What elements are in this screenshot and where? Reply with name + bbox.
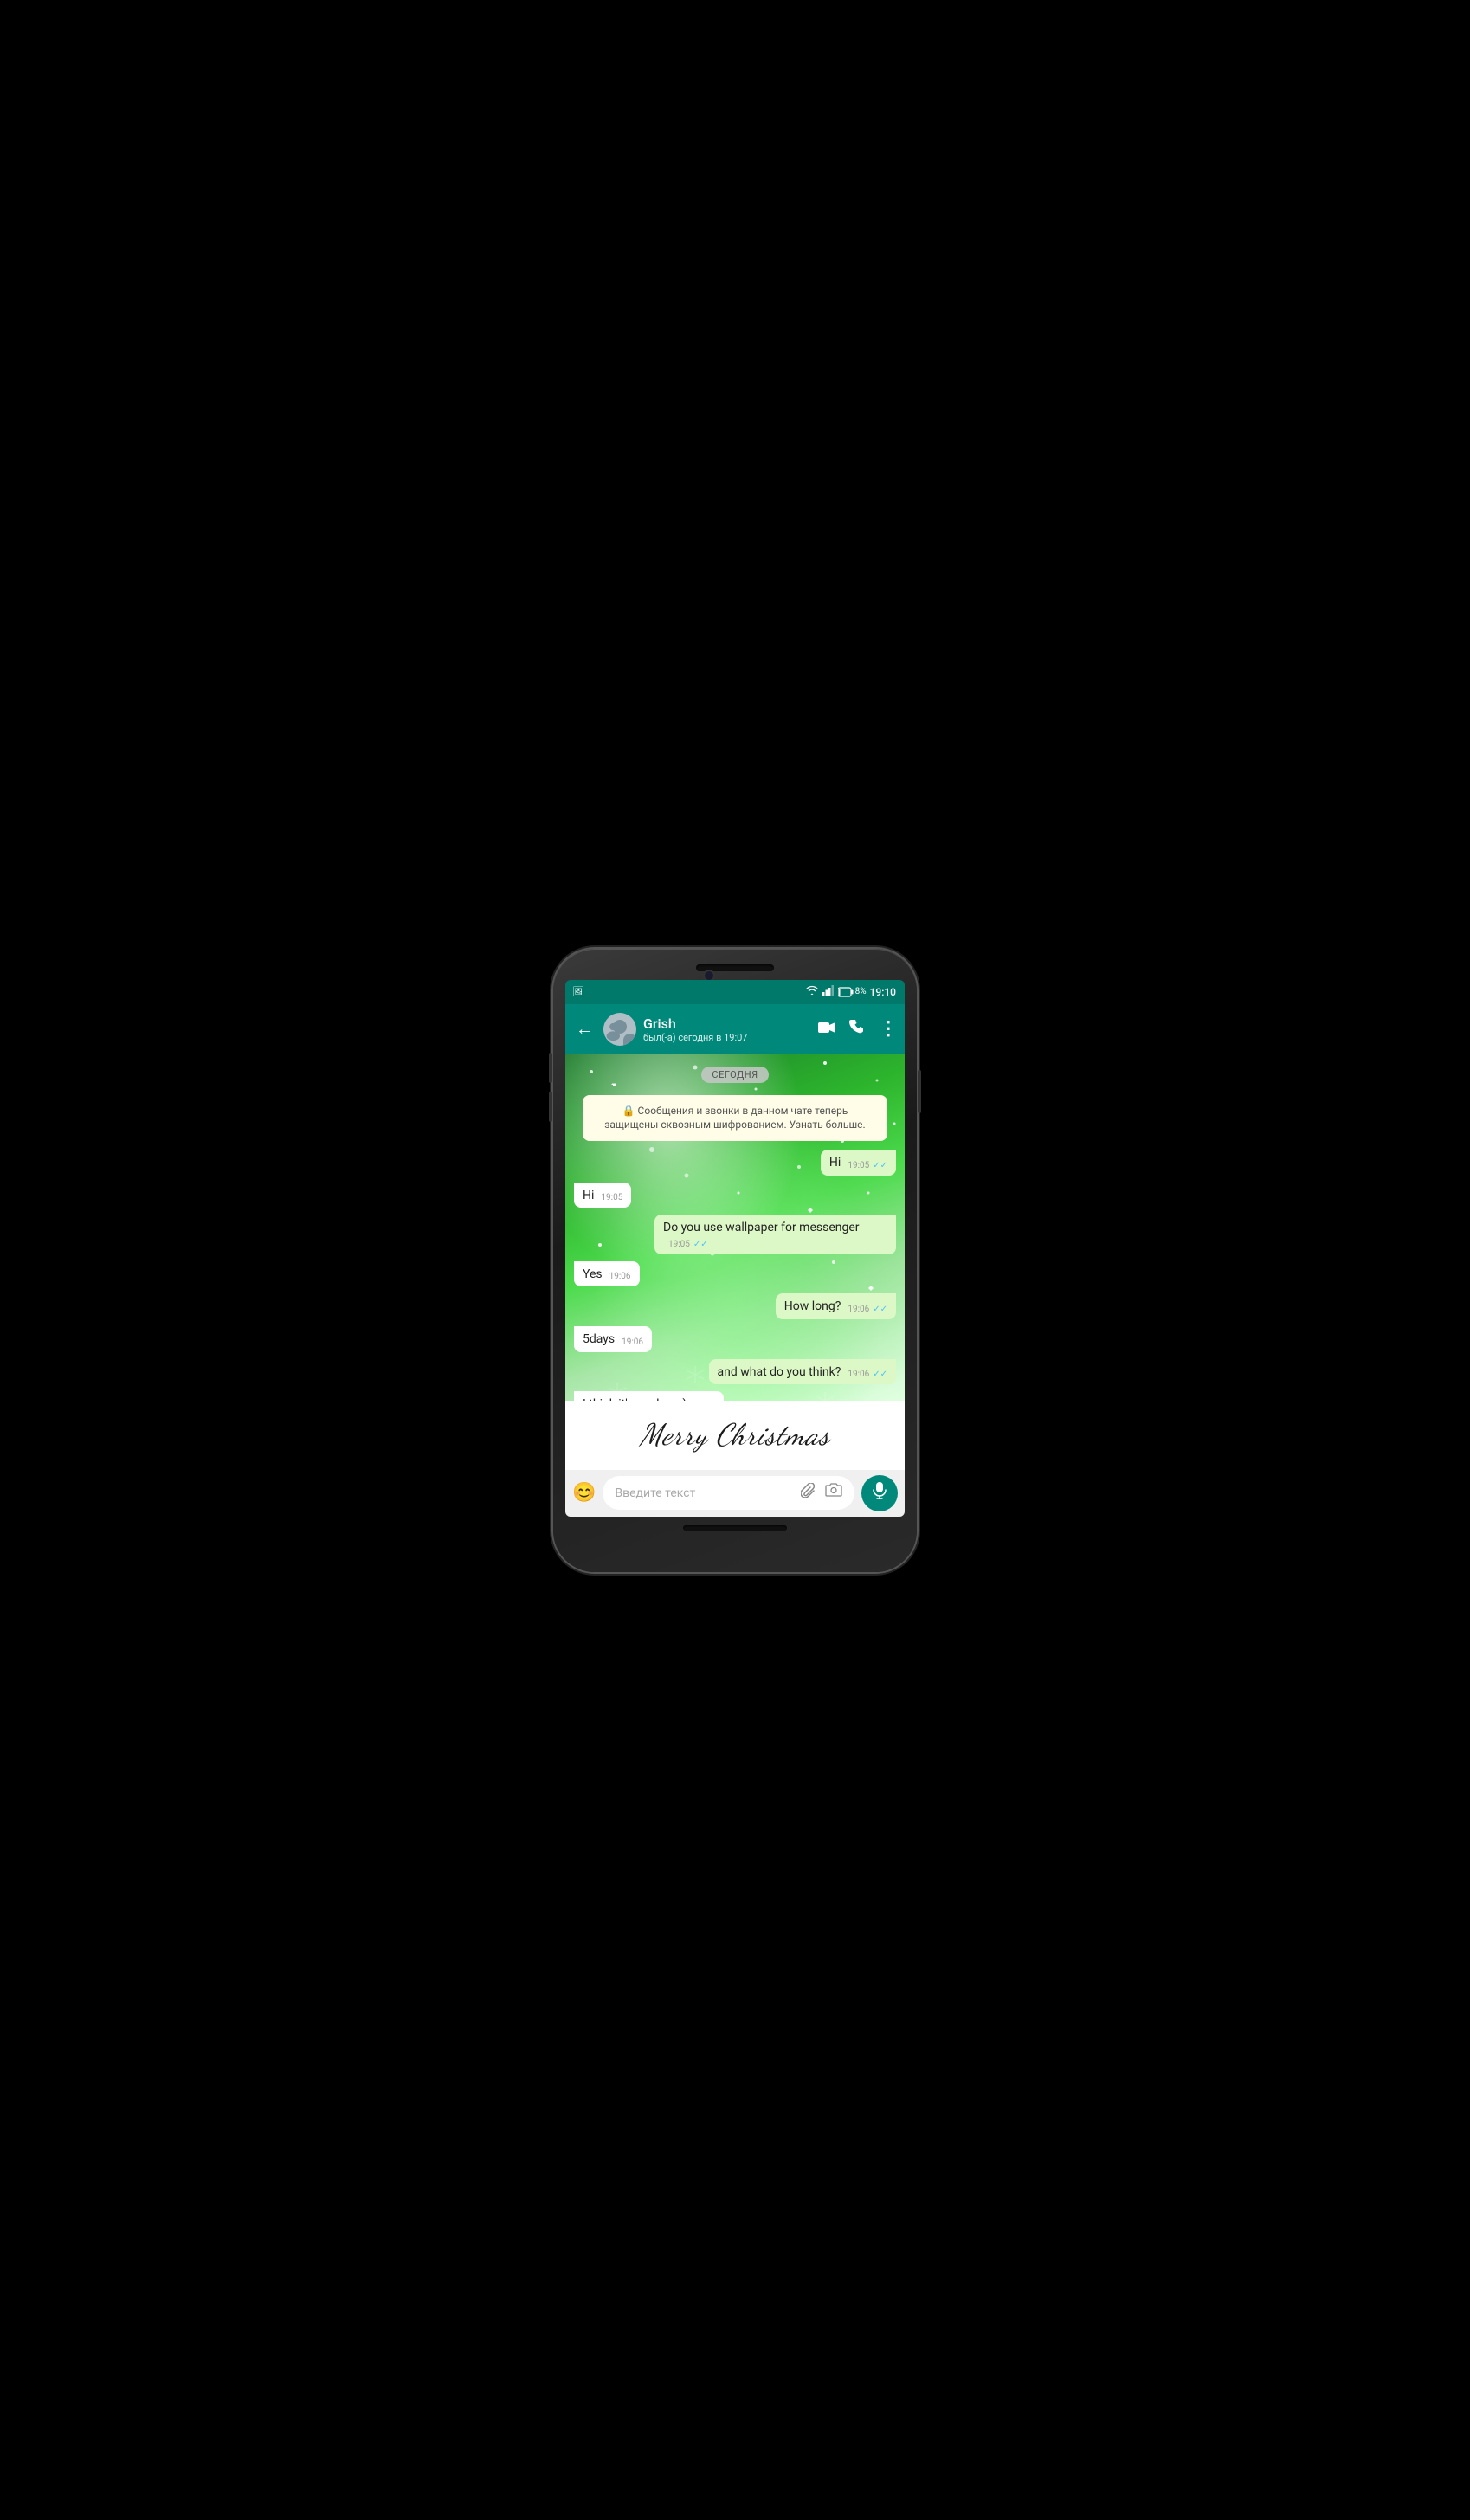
more-options-icon[interactable]: ⋮ bbox=[879, 1018, 898, 1040]
status-right: 8% 19:10 bbox=[805, 985, 896, 998]
input-placeholder: Введите текст bbox=[615, 1486, 801, 1500]
input-action-icons bbox=[801, 1483, 842, 1503]
phone-device: 🖼 bbox=[553, 949, 917, 1572]
read-receipt: ✓✓ bbox=[873, 1369, 887, 1381]
mic-button[interactable] bbox=[861, 1475, 898, 1511]
xmas-text-content: Merry Christmas bbox=[640, 1417, 830, 1453]
message-bubble: How long? 19:06 ✓✓ bbox=[776, 1293, 896, 1319]
notification-icon: 🖼 bbox=[572, 986, 584, 997]
header-actions: ⋮ bbox=[818, 1018, 898, 1040]
message-text: 5days bbox=[583, 1331, 615, 1349]
app-header: ← Grish был(-а) сегодня в 19:07 bbox=[565, 1004, 905, 1054]
date-badge: СЕГОДНЯ bbox=[701, 1067, 768, 1083]
message-text: Hi bbox=[829, 1155, 841, 1172]
message-text: Do you use wallpaper for messenger bbox=[663, 1220, 860, 1237]
battery-indicator: 8% bbox=[838, 987, 867, 997]
message-time: 19:05 bbox=[668, 1239, 690, 1251]
video-call-icon[interactable] bbox=[818, 1020, 835, 1038]
camera-icon[interactable] bbox=[825, 1483, 842, 1503]
message-row: Do you use wallpaper for messenger 19:05… bbox=[574, 1215, 896, 1254]
message-text: Hi bbox=[583, 1188, 594, 1205]
status-left: 🖼 bbox=[572, 986, 584, 997]
battery-percent: 8% bbox=[855, 987, 867, 996]
message-row: Hi 19:05 bbox=[574, 1183, 896, 1208]
signal-icon bbox=[822, 985, 835, 998]
contact-status: был(-а) сегодня в 19:07 bbox=[643, 1032, 811, 1043]
chat-scroll: СЕГОДНЯ 🔒 Сообщения и звонки в данном ча… bbox=[565, 1054, 905, 1401]
message-bubble: Hi 19:05 bbox=[574, 1183, 631, 1208]
message-time: 19:06 bbox=[622, 1337, 643, 1349]
message-time: 19:06 bbox=[848, 1369, 869, 1381]
volume-up-button[interactable] bbox=[549, 1053, 552, 1083]
read-receipt: ✓✓ bbox=[873, 1304, 887, 1316]
encryption-notice: 🔒 Сообщения и звонки в данном чате тепер… bbox=[583, 1095, 887, 1142]
message-time: 19:05 bbox=[848, 1160, 869, 1172]
message-time: 19:05 bbox=[601, 1192, 622, 1204]
message-time: 19:06 bbox=[848, 1304, 869, 1316]
attach-icon[interactable] bbox=[801, 1483, 816, 1503]
contact-name: Grish bbox=[643, 1015, 811, 1032]
message-text: I think it's cool app) bbox=[583, 1396, 687, 1400]
power-button[interactable] bbox=[918, 1070, 921, 1113]
message-text: How long? bbox=[784, 1299, 841, 1316]
message-bubble: Do you use wallpaper for messenger 19:05… bbox=[654, 1215, 896, 1254]
phone-screen: 🖼 bbox=[565, 980, 905, 1517]
avatar bbox=[603, 1013, 636, 1046]
message-bubble: 5days 19:06 bbox=[574, 1326, 652, 1352]
read-receipt: ✓✓ bbox=[873, 1160, 887, 1172]
phone-bottom bbox=[683, 1525, 787, 1531]
message-text: and what do you think? bbox=[718, 1364, 841, 1382]
clock: 19:10 bbox=[870, 986, 896, 998]
bottom-speaker bbox=[683, 1525, 787, 1531]
message-row: How long? 19:06 ✓✓ bbox=[574, 1293, 896, 1319]
contact-info: Grish был(-а) сегодня в 19:07 bbox=[643, 1015, 811, 1043]
message-bubble: Yes 19:06 bbox=[574, 1261, 640, 1287]
message-bubble: I think it's cool app) 19:07 bbox=[574, 1391, 724, 1400]
read-receipt: ✓✓ bbox=[693, 1239, 708, 1251]
message-row: Yes 19:06 bbox=[574, 1261, 896, 1287]
chat-area: СЕГОДНЯ 🔒 Сообщения и звонки в данном ча… bbox=[565, 1054, 905, 1401]
message-bubble: and what do you think? 19:06 ✓✓ bbox=[709, 1359, 896, 1385]
message-bubble: Hi 19:05 ✓✓ bbox=[821, 1150, 896, 1176]
message-row: and what do you think? 19:06 ✓✓ bbox=[574, 1359, 896, 1385]
message-row: 5days 19:06 bbox=[574, 1326, 896, 1352]
message-text: Yes bbox=[583, 1266, 603, 1284]
top-speaker bbox=[696, 964, 774, 971]
message-input-container[interactable]: Введите текст bbox=[603, 1476, 854, 1510]
microphone-icon bbox=[873, 1482, 887, 1504]
message-row: I think it's cool app) 19:07 bbox=[574, 1391, 896, 1400]
emoji-button[interactable]: 😊 bbox=[572, 1482, 596, 1504]
status-bar: 🖼 bbox=[565, 980, 905, 1004]
message-time: 19:06 bbox=[609, 1271, 631, 1283]
input-area: 😊 Введите текст bbox=[565, 1470, 905, 1517]
back-button[interactable]: ← bbox=[572, 1015, 596, 1043]
front-camera bbox=[705, 971, 713, 980]
merry-christmas-area: Merry Christmas bbox=[565, 1401, 905, 1470]
message-row: Hi 19:05 ✓✓ bbox=[574, 1150, 896, 1176]
phone-call-icon[interactable] bbox=[849, 1019, 865, 1039]
volume-down-button[interactable] bbox=[549, 1092, 552, 1122]
merry-christmas-text: Merry Christmas bbox=[640, 1417, 830, 1453]
wifi-icon bbox=[805, 985, 819, 998]
